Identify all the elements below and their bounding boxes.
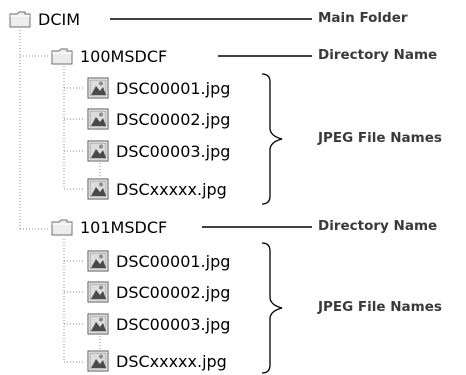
tree-node-file[interactable]: DSC00001.jpg [86,247,230,275]
brace-2 [261,242,283,374]
jpeg-file-icon [86,76,110,100]
jpeg-file-icon [86,107,110,131]
annotation-jpeg-file-names: JPEG File Names [318,130,442,146]
tree-node-100msdcf[interactable]: 100MSDCF [50,42,167,70]
file-label: DSC00003.jpg [116,141,231,161]
file-label: DSC00002.jpg [116,282,231,302]
tree-node-file[interactable]: DSC00002.jpg [86,278,230,306]
tree-node-file[interactable]: DSC00003.jpg [86,310,230,338]
brace-1 [261,73,283,205]
directory-tree-diagram: DCIM Main Folder 100MSDCF Directory Name… [0,0,466,375]
file-label: DSC00002.jpg [116,109,231,129]
jpeg-file-icon [86,177,110,201]
jpeg-file-icon [86,312,110,336]
file-label: DSCxxxxx.jpg [116,179,227,199]
tree-node-file[interactable]: DSC00003.jpg [86,137,230,165]
annotation-main-folder: Main Folder [318,10,408,26]
folder-label: DCIM [38,9,81,29]
file-label: DSC00003.jpg [116,314,231,334]
jpeg-file-icon [86,139,110,163]
file-label: DSC00001.jpg [116,78,231,98]
jpeg-file-icon [86,249,110,273]
folder-icon [50,44,74,68]
annotation-directory-name: Directory Name [318,47,438,63]
tree-node-file[interactable]: DSCxxxxx.jpg [86,175,227,203]
file-label: DSCxxxxx.jpg [116,351,227,371]
folder-icon [8,7,32,31]
tree-node-file[interactable]: DSC00001.jpg [86,74,230,102]
jpeg-file-icon [86,349,110,373]
tree-node-file[interactable]: DSC00002.jpg [86,105,230,133]
tree-node-file[interactable]: DSCxxxxx.jpg [86,347,227,375]
jpeg-file-icon [86,280,110,304]
folder-label: 100MSDCF [80,46,168,66]
annotation-jpeg-file-names: JPEG File Names [318,299,442,315]
tree-node-101msdcf[interactable]: 101MSDCF [50,213,167,241]
file-label: DSC00001.jpg [116,251,231,271]
folder-icon [50,215,74,239]
folder-label: 101MSDCF [80,217,168,237]
tree-node-dcim[interactable]: DCIM [8,5,80,33]
annotation-directory-name: Directory Name [318,218,438,234]
